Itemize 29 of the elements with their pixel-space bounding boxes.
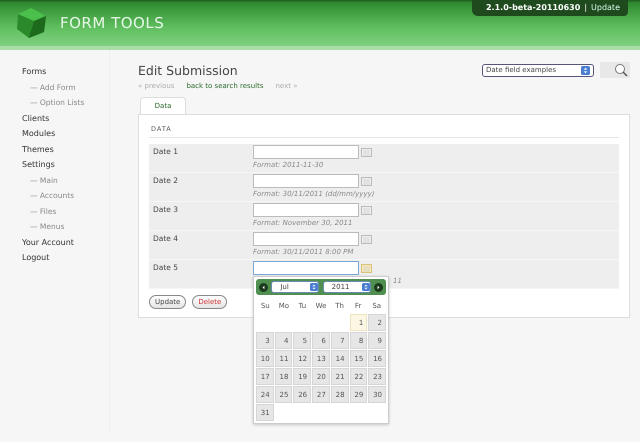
date-input-field[interactable] <box>253 145 359 159</box>
sidebar-item[interactable]: Settings <box>22 157 109 172</box>
date-input-field[interactable] <box>253 203 359 217</box>
calendar-icon[interactable] <box>361 206 372 214</box>
logo-icon <box>14 7 48 39</box>
page-title: Edit Submission <box>138 62 238 78</box>
prev-month-icon[interactable] <box>259 282 268 292</box>
sidebar-item[interactable]: Modules <box>22 126 109 142</box>
calendar-icon[interactable] <box>361 234 372 244</box>
next-month-icon[interactable] <box>374 282 383 292</box>
sidebar-item[interactable]: Forms <box>22 64 109 80</box>
select-arrows-icon <box>362 283 370 291</box>
version-text: 2.1.0-beta-20110630 <box>486 3 580 12</box>
select-arrows-icon <box>581 66 590 74</box>
sidebar-item[interactable]: Themes <box>22 142 109 157</box>
date-input-field[interactable] <box>253 174 359 188</box>
search-icon[interactable] <box>600 62 630 78</box>
update-link[interactable]: Update <box>591 3 620 12</box>
sidebar-item[interactable]: Your Account <box>22 234 109 250</box>
calendar-icon[interactable] <box>361 176 372 186</box>
logo-text: FORM TOOLS <box>60 14 164 32</box>
sidebar-item[interactable]: Clients <box>22 110 109 126</box>
calendar-icon[interactable] <box>361 148 372 156</box>
sidebar-item[interactable]: Logout <box>22 250 109 266</box>
separator: | <box>584 3 588 12</box>
select-arrows-icon <box>310 283 318 291</box>
date-input-field[interactable] <box>253 261 359 275</box>
calendar-icon[interactable] <box>361 264 372 272</box>
date-input-field[interactable] <box>253 232 359 246</box>
